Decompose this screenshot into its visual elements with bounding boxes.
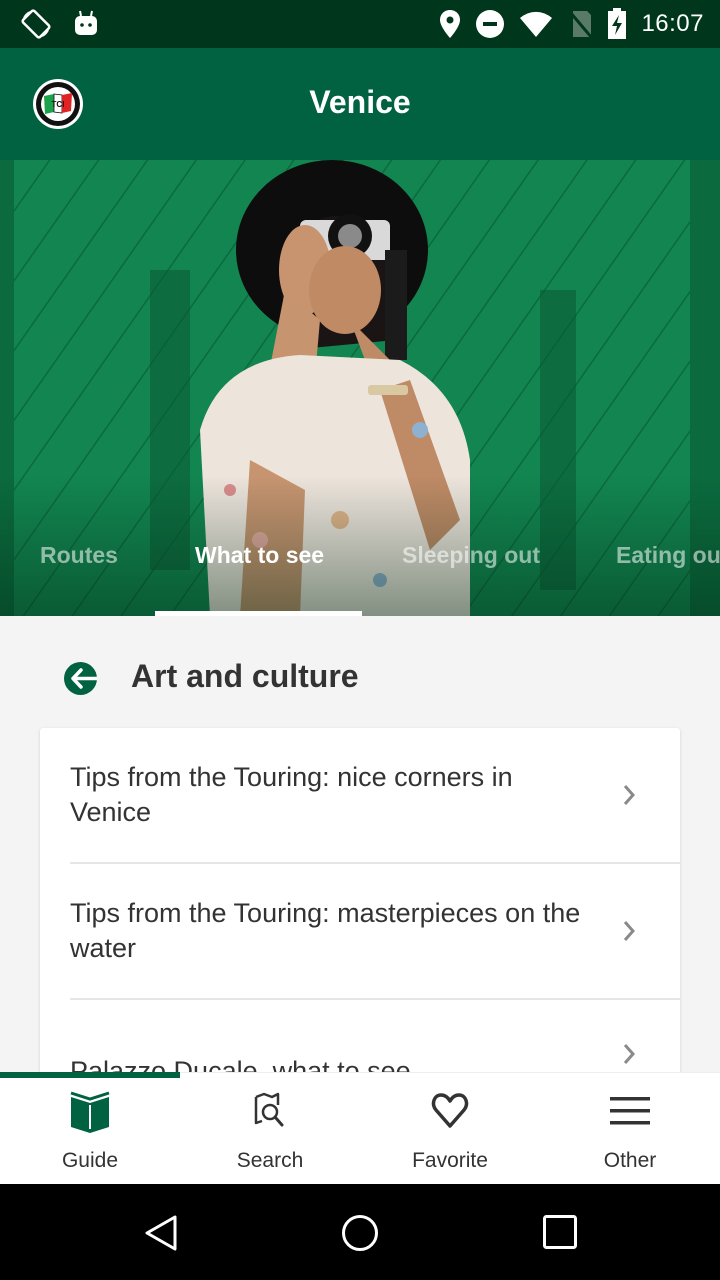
home-nav-icon[interactable] bbox=[341, 1214, 379, 1252]
nav-other[interactable]: Other bbox=[540, 1073, 720, 1185]
menu-icon bbox=[610, 1097, 650, 1125]
tab-sleeping-out[interactable]: Sleeping out bbox=[402, 542, 540, 569]
status-bar: 16:07 bbox=[0, 0, 720, 48]
screen-rotation-icon bbox=[21, 9, 51, 39]
no-sim-icon bbox=[569, 11, 594, 39]
arrow-back-icon bbox=[71, 668, 97, 689]
bottom-navigation: Guide Search Favorite Other bbox=[0, 1072, 720, 1184]
do-not-disturb-icon bbox=[476, 10, 505, 38]
nav-active-indicator bbox=[0, 1072, 180, 1078]
book-icon bbox=[70, 1091, 110, 1133]
nav-favorite-label: Favorite bbox=[412, 1149, 488, 1172]
tab-what-to-see[interactable]: What to see bbox=[195, 542, 324, 569]
nav-guide-label: Guide bbox=[61, 1149, 119, 1172]
section-title: Art and culture bbox=[131, 658, 359, 694]
android-debug-icon bbox=[75, 10, 97, 35]
chevron-right-icon bbox=[623, 921, 636, 941]
nav-favorite[interactable]: Favorite bbox=[360, 1073, 540, 1185]
nav-search[interactable]: Search bbox=[180, 1073, 360, 1185]
back-button[interactable] bbox=[64, 662, 97, 695]
tab-indicator bbox=[155, 611, 362, 616]
page-title: Venice bbox=[309, 84, 411, 120]
chevron-right-icon bbox=[623, 1044, 636, 1064]
category-tabs: Routes What to see Sleeping out Eating o… bbox=[0, 530, 720, 616]
location-icon bbox=[440, 10, 461, 38]
list-item-title: Tips from the Touring: nice corners in V… bbox=[70, 762, 513, 827]
section-header: Art and culture bbox=[0, 650, 720, 706]
list-item[interactable]: Tips from the Touring: nice corners in V… bbox=[70, 728, 680, 864]
nav-guide[interactable]: Guide bbox=[0, 1073, 180, 1185]
system-navigation-bar bbox=[0, 1184, 720, 1280]
tab-routes[interactable]: Routes bbox=[40, 542, 118, 569]
back-nav-icon[interactable] bbox=[143, 1214, 179, 1252]
tab-eating-out[interactable]: Eating out bbox=[616, 542, 720, 569]
heart-icon bbox=[431, 1093, 469, 1128]
chevron-right-icon bbox=[623, 785, 636, 805]
list-item-title: Tips from the Touring: masterpieces on t… bbox=[70, 898, 581, 963]
app-bar: TCI Venice bbox=[0, 48, 720, 160]
clock: 16:07 bbox=[641, 10, 704, 37]
nav-other-label: Other bbox=[603, 1149, 657, 1172]
list-item[interactable]: Tips from the Touring: masterpieces on t… bbox=[70, 864, 680, 1000]
recents-nav-icon[interactable] bbox=[542, 1214, 578, 1250]
battery-charging-icon bbox=[608, 8, 627, 39]
wifi-icon bbox=[520, 11, 553, 38]
map-search-icon bbox=[254, 1092, 284, 1127]
nav-search-label: Search bbox=[236, 1149, 304, 1172]
